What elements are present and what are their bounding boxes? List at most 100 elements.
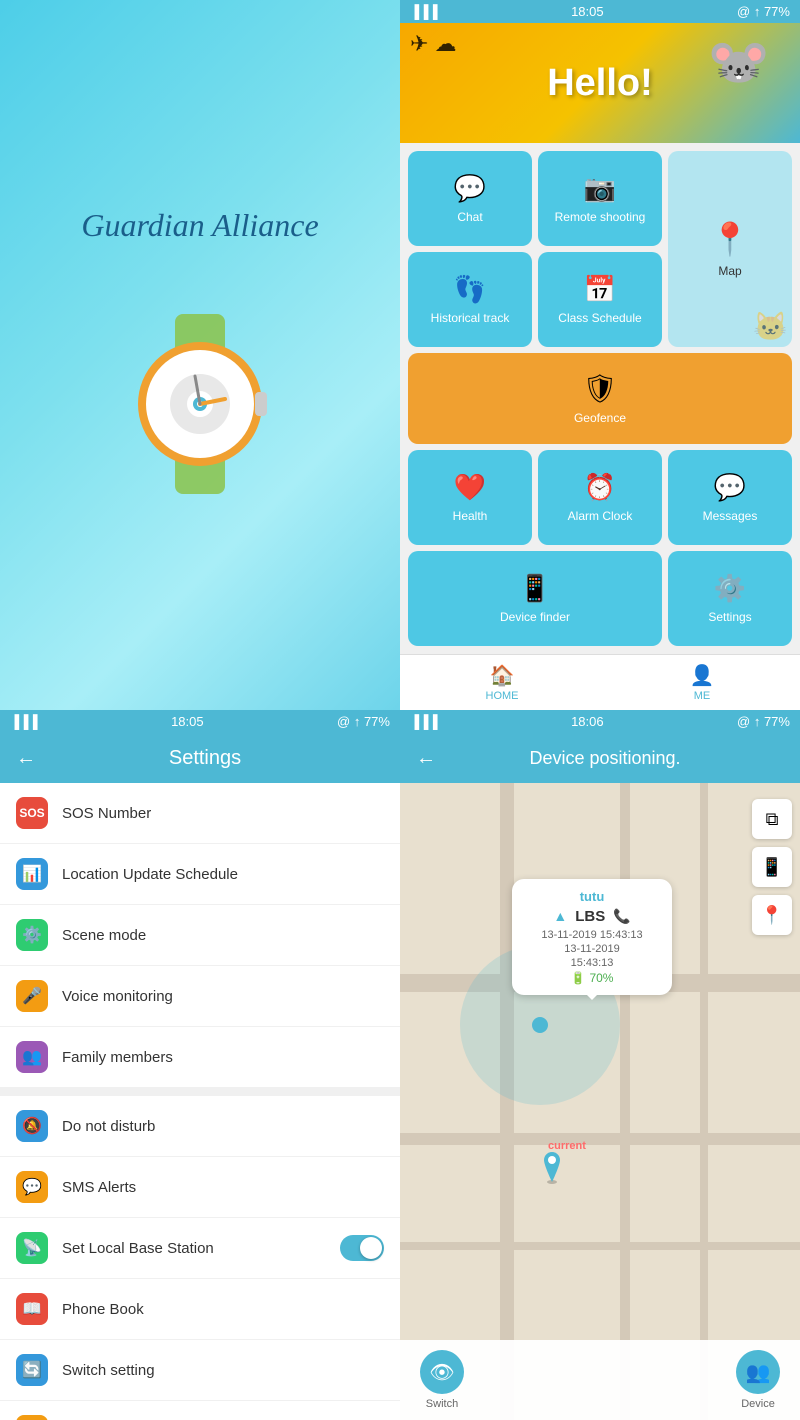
chat-label: Chat (457, 210, 482, 224)
settings-item-location-update[interactable]: 📊 Location Update Schedule (0, 844, 400, 905)
home-nav-icon: 🏠 (490, 663, 515, 688)
current-location-label: current (548, 1140, 586, 1152)
home-battery: @ ↑ 77% (737, 4, 790, 19)
switch-setting-icon: 🔄 (16, 1354, 48, 1386)
device-bottom-button[interactable]: 👥 Device (736, 1350, 780, 1410)
home-status-left: ▐▐▐ (410, 4, 438, 19)
sms-alerts-label: SMS Alerts (62, 1179, 384, 1196)
layers-icon: ⧉ (766, 809, 779, 830)
me-nav-label: ME (694, 690, 711, 702)
settings-back-button[interactable]: ← (16, 747, 36, 770)
local-base-toggle[interactable] (340, 1235, 384, 1261)
settings-item-sms-alerts[interactable]: 💬 SMS Alerts (0, 1157, 400, 1218)
settings-panel: ▐▐▐ 18:05 @ ↑ 77% ← Settings SOS SOS Num… (0, 710, 400, 1420)
settings-label: Settings (708, 610, 751, 624)
settings-item-switch-setting[interactable]: 🔄 Switch setting (0, 1340, 400, 1401)
map-container: tutu ▲ LBS 📞 13-11-2019 15:43:13 13-11-2… (400, 783, 800, 1420)
remote-shooting-icon: 📷 (584, 173, 616, 204)
settings-item-scene-mode[interactable]: ⚙️ Scene mode (0, 905, 400, 966)
current-pin (540, 1152, 564, 1189)
phone-icon: 📞 (613, 908, 630, 925)
lbs-arrow-icon: ▲ (553, 908, 567, 924)
tile-historical-track[interactable]: 👣 Historical track (408, 252, 532, 347)
settings-header: ← Settings (0, 733, 400, 783)
settings-title: Settings (56, 747, 354, 770)
location-info-bubble: tutu ▲ LBS 📞 13-11-2019 15:43:13 13-11-2… (512, 879, 672, 995)
class-schedule-icon: 📅 (584, 274, 616, 305)
nav-me[interactable]: 👤 ME (690, 663, 715, 702)
historical-track-label: Historical track (431, 311, 510, 325)
tile-class-schedule[interactable]: 📅 Class Schedule (538, 252, 662, 347)
nav-home[interactable]: 🏠 HOME (486, 663, 519, 702)
class-schedule-label: Class Schedule (558, 311, 641, 325)
device-finder-icon: 📱 (519, 573, 551, 604)
signal-icon: ▐▐▐ (410, 4, 438, 19)
lbs-label: LBS (575, 908, 605, 925)
bubble-date1: 13-11-2019 15:43:13 (526, 929, 658, 941)
remote-shooting-label: Remote shooting (555, 210, 646, 224)
positioning-header: ← Device positioning. (400, 733, 800, 783)
historical-track-icon: 👣 (454, 274, 486, 305)
settings-item-family-members[interactable]: 👥 Family members (0, 1027, 400, 1087)
settings-signal: ▐▐▐ (10, 714, 38, 729)
voice-monitoring-icon: 🎤 (16, 980, 48, 1012)
watch-illustration (100, 304, 300, 504)
tile-settings[interactable]: ⚙️ Settings (668, 551, 792, 646)
location-pin-icon: 📍 (761, 905, 783, 926)
phone-button-icon: 📱 (761, 857, 783, 878)
tile-messages[interactable]: 💬 Messages (668, 450, 792, 545)
tile-device-finder[interactable]: 📱 Device finder (408, 551, 662, 646)
home-nav-label: HOME (486, 690, 519, 702)
device-icon: 👥 (746, 1360, 771, 1385)
settings-item-do-not-disturb[interactable]: 🔕 Do not disturb (0, 1096, 400, 1157)
map-road-h3 (400, 1242, 800, 1250)
alarm-clock-icon: ⏰ (584, 472, 616, 503)
messages-label: Messages (703, 509, 758, 523)
settings-icon: ⚙️ (714, 573, 746, 604)
hero-text: Hello! (547, 62, 653, 105)
settings-item-voice-monitoring[interactable]: 🎤 Voice monitoring (0, 966, 400, 1027)
phone-book-label: Phone Book (62, 1301, 384, 1318)
switch-bottom-button[interactable]: 👁 Switch (420, 1350, 464, 1410)
map-road-h2 (400, 1133, 800, 1145)
location-update-label: Location Update Schedule (62, 866, 384, 883)
sms-alerts-icon: 💬 (16, 1171, 48, 1203)
location-update-icon: 📊 (16, 858, 48, 890)
switch-icon: 👁 (429, 1360, 454, 1385)
location-pin-button[interactable]: 📍 (752, 895, 792, 935)
settings-item-set-local-base[interactable]: 📡 Set Local Base Station (0, 1218, 400, 1279)
tile-remote-shooting[interactable]: 📷 Remote shooting (538, 151, 662, 246)
tile-alarm-clock[interactable]: ⏰ Alarm Clock (538, 450, 662, 545)
timer-switch-icon: ⏱ (16, 1415, 48, 1420)
messages-icon: 💬 (714, 472, 746, 503)
family-members-icon: 👥 (16, 1041, 48, 1073)
phone-button[interactable]: 📱 (752, 847, 792, 887)
family-members-label: Family members (62, 1049, 384, 1066)
tile-chat[interactable]: 💬 Chat (408, 151, 532, 246)
device-name: tutu (526, 889, 658, 904)
device-finder-label: Device finder (500, 610, 570, 624)
settings-item-phone-book[interactable]: 📖 Phone Book (0, 1279, 400, 1340)
positioning-back-button[interactable]: ← (416, 747, 436, 770)
chat-icon: 💬 (454, 173, 486, 204)
positioning-title: Device positioning. (456, 748, 754, 769)
layers-button[interactable]: ⧉ (752, 799, 792, 839)
do-not-disturb-label: Do not disturb (62, 1118, 384, 1135)
settings-item-timer-switch[interactable]: ⏱ Timer switch (0, 1401, 400, 1420)
pulse-dot (532, 1017, 548, 1033)
hero-banner: ✈ ☁ Hello! 🐭 (400, 23, 800, 143)
tile-health[interactable]: ❤️ Health (408, 450, 532, 545)
map-label: Map (718, 264, 741, 278)
positioning-signal: ▐▐▐ (410, 714, 438, 729)
settings-divider (0, 1088, 400, 1096)
switch-button-icon: 👁 (420, 1350, 464, 1394)
tile-map[interactable]: 📍 Map 🐱 (668, 151, 792, 347)
set-local-base-label: Set Local Base Station (62, 1240, 340, 1257)
device-button-label: Device (741, 1398, 775, 1410)
map-bottom-bar: 👁 Switch 👥 Device (400, 1340, 800, 1420)
settings-item-sos-number[interactable]: SOS SOS Number (0, 783, 400, 844)
tile-geofence[interactable]: 🛡 Geofence (408, 353, 792, 445)
do-not-disturb-icon: 🔕 (16, 1110, 48, 1142)
sos-icon: SOS (16, 797, 48, 829)
map-sidebar-buttons: ⧉ 📱 📍 (752, 799, 792, 935)
